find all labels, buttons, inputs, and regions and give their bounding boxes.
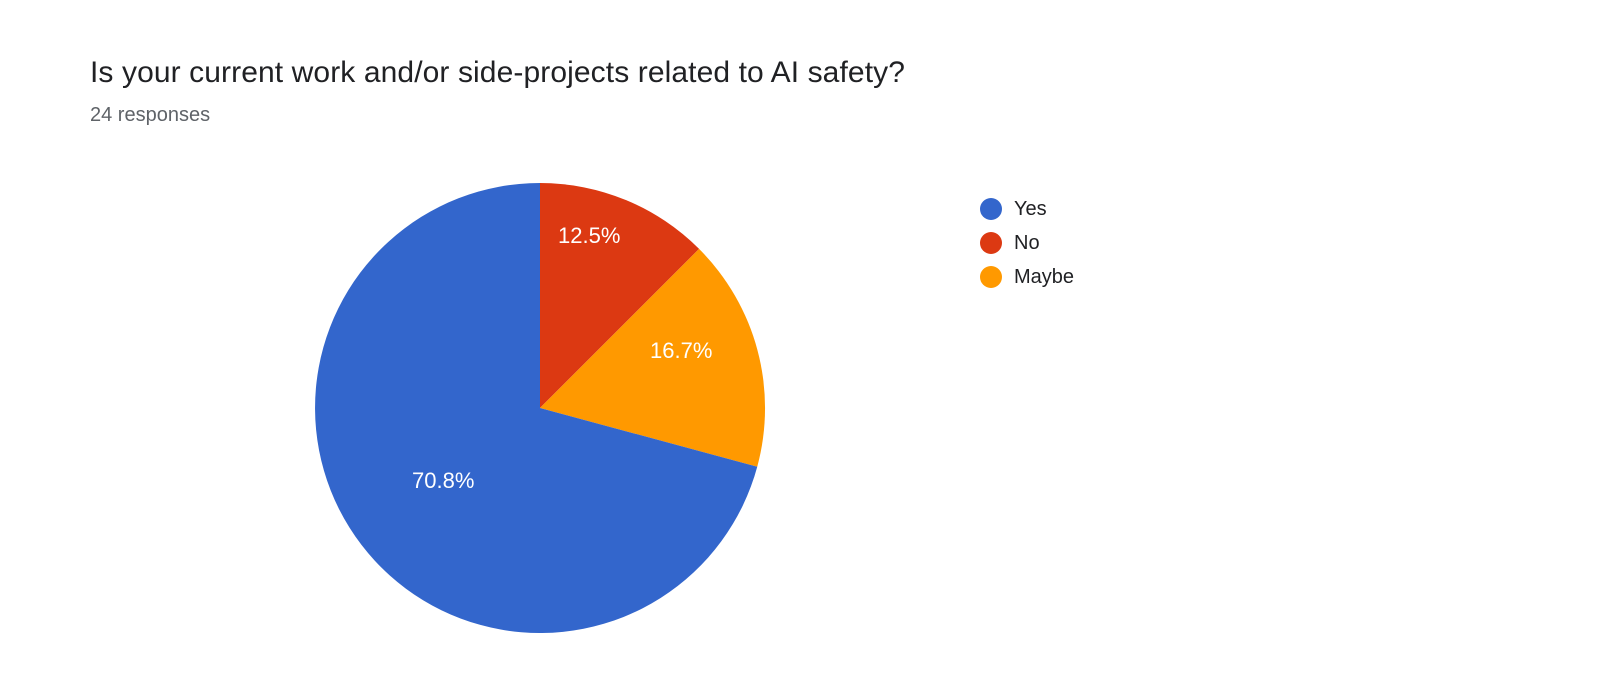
slice-label-maybe: 16.7% xyxy=(650,338,712,364)
response-count: 24 responses xyxy=(90,104,210,127)
chart-title: Is your current work and/or side-project… xyxy=(90,56,905,90)
legend-swatch-maybe xyxy=(980,266,1002,288)
slice-label-no: 12.5% xyxy=(558,223,620,249)
legend-label-maybe: Maybe xyxy=(1014,266,1074,289)
legend-label-yes: Yes xyxy=(1014,198,1047,221)
chart-container: Is your current work and/or side-project… xyxy=(0,0,1600,673)
legend-label-no: No xyxy=(1014,232,1040,255)
legend-item-no: No xyxy=(980,226,1074,260)
pie-svg xyxy=(300,168,780,648)
slice-label-yes: 70.8% xyxy=(412,468,474,494)
legend-item-yes: Yes xyxy=(980,192,1074,226)
legend: Yes No Maybe xyxy=(980,192,1074,294)
legend-item-maybe: Maybe xyxy=(980,260,1074,294)
legend-swatch-no xyxy=(980,232,1002,254)
legend-swatch-yes xyxy=(980,198,1002,220)
pie-chart: 12.5% 16.7% 70.8% xyxy=(300,168,780,648)
